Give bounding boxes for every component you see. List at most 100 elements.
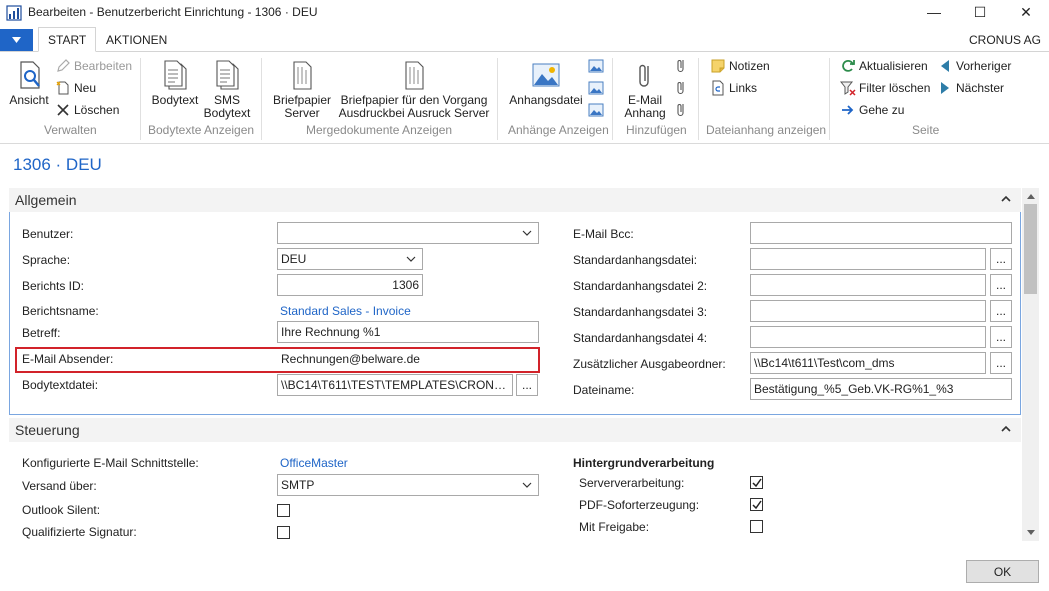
bodytextdatei-field[interactable]: \\BC14\T611\TEST\TEMPLATES\CRONUS...	[277, 374, 513, 396]
note-icon	[711, 59, 725, 73]
group-label-seite: Seite	[912, 123, 940, 137]
highlight-box	[15, 347, 540, 373]
refresh-icon	[842, 60, 855, 72]
std-anhang4-browse-button[interactable]: ...	[990, 326, 1012, 348]
loeschen-label: Löschen	[74, 103, 120, 117]
ribbon-separator	[829, 58, 830, 140]
naechster-button[interactable]: Nächster	[937, 78, 1004, 98]
tab-start[interactable]: START	[38, 27, 97, 52]
fasttab-allgemein-header[interactable]: Allgemein	[9, 188, 1021, 212]
std-anhang-field[interactable]	[750, 248, 986, 270]
berichts-id-label: Berichts ID:	[22, 279, 85, 293]
sprache-select[interactable]: DEU	[277, 248, 423, 270]
links-label: Links	[729, 81, 758, 95]
image-small-icon[interactable]	[588, 58, 604, 74]
std-anhang4-field[interactable]	[750, 326, 986, 348]
std-anhang2-browse-button[interactable]: ...	[990, 274, 1012, 296]
scrollbar-thumb[interactable]	[1024, 204, 1037, 294]
berichtsname-link[interactable]: Standard Sales - Invoice	[280, 304, 411, 318]
letterhead-document-icon	[293, 61, 312, 90]
benutzer-label: Benutzer:	[22, 227, 74, 241]
link-document-icon	[712, 80, 724, 96]
paperclip-small-icon[interactable]	[674, 58, 688, 74]
std-anhang2-label: Standardanhangsdatei 2:	[573, 279, 708, 293]
maximize-button[interactable]: ☐	[957, 0, 1003, 24]
serververarbeitung-checkbox[interactable]	[750, 476, 763, 489]
image-attachment-icon	[532, 63, 560, 87]
neu-label: Neu	[74, 81, 97, 95]
qual-signatur-checkbox[interactable]	[277, 526, 290, 539]
ok-button[interactable]: OK	[966, 560, 1039, 583]
image-small-icon[interactable]	[588, 102, 604, 118]
paperclip-small-icon[interactable]	[674, 102, 688, 118]
ausgabeordner-field[interactable]: \\Bc14\t611\Test\com_dms	[750, 352, 986, 374]
scroll-up-icon	[1026, 193, 1035, 199]
versand-value: SMTP	[281, 478, 315, 492]
bodytextdatei-label: Bodytextdatei:	[22, 378, 99, 392]
ribbon-separator	[698, 58, 699, 140]
ribbon-separator	[497, 58, 498, 140]
briefpapier-vorgang-button[interactable]: Briefpapier für den Vorgang Ausdruckbei …	[338, 60, 490, 120]
window-title: Bearbeiten - Benutzerbericht Einrichtung…	[28, 5, 318, 19]
gehe-zu-button[interactable]: Gehe zu	[840, 100, 904, 120]
mit-freigabe-checkbox[interactable]	[750, 520, 763, 533]
benutzer-select[interactable]	[277, 222, 539, 244]
minimize-button[interactable]: —	[911, 0, 957, 24]
ausgabeordner-label: Zusätzlicher Ausgabeordner:	[573, 357, 726, 371]
ausgabeordner-browse-button[interactable]: ...	[990, 352, 1012, 374]
group-label-hinzufuegen: Hinzufügen	[626, 123, 687, 137]
group-label-bodytexte: Bodytexte Anzeigen	[148, 123, 255, 137]
triangle-right-icon	[941, 82, 949, 94]
std-anhang3-browse-button[interactable]: ...	[990, 300, 1012, 322]
std-anhang3-field[interactable]	[750, 300, 986, 322]
chevron-down-icon	[522, 230, 532, 236]
vorheriger-button[interactable]: Vorheriger	[937, 56, 1011, 76]
checkmark-icon	[752, 478, 762, 488]
company-name[interactable]: CRONUS AG	[969, 33, 1041, 47]
email-anhang-button[interactable]: E-Mail Anhang	[622, 60, 668, 120]
anhangsdatei-button[interactable]: Anhangsdatei	[508, 60, 584, 107]
pdf-sofort-checkbox[interactable]	[750, 498, 763, 511]
navigation-menu-button[interactable]	[0, 29, 33, 51]
filter-loeschen-button[interactable]: Filter löschen	[840, 78, 930, 98]
bearbeiten-button[interactable]: Bearbeiten	[55, 56, 132, 76]
sprache-value: DEU	[281, 252, 307, 266]
links-button[interactable]: Links	[710, 78, 757, 98]
notizen-label: Notizen	[729, 59, 770, 73]
schnittstelle-link[interactable]: OfficeMaster	[280, 456, 348, 470]
minimize-icon: —	[927, 4, 941, 20]
email-bcc-field[interactable]	[750, 222, 1012, 244]
briefpapier-server-button[interactable]: Briefpapier Server	[270, 60, 334, 120]
bodytextdatei-browse-button[interactable]: ...	[516, 374, 538, 396]
neu-button[interactable]: Neu	[55, 78, 96, 98]
aktualisieren-button[interactable]: Aktualisieren	[840, 56, 928, 76]
letterhead-document-icon	[405, 61, 424, 90]
chevron-down-icon	[406, 256, 416, 262]
hintergrund-heading: Hintergrundverarbeitung	[573, 456, 715, 470]
filter-loeschen-label: Filter löschen	[859, 81, 931, 95]
betreff-field[interactable]: Ihre Rechnung %1	[277, 321, 539, 343]
loeschen-button[interactable]: Löschen	[55, 100, 119, 120]
ansicht-button[interactable]: Ansicht	[8, 60, 50, 107]
bodytext-button[interactable]: Bodytext	[148, 60, 202, 107]
notizen-button[interactable]: Notizen	[710, 56, 770, 76]
bodytext-label: Bodytext	[151, 93, 199, 107]
fasttab-steuerung-header[interactable]: Steuerung	[9, 418, 1021, 442]
scroll-up-button[interactable]	[1022, 188, 1039, 204]
dateiname-field[interactable]: Bestätigung_%5_Geb.VK-RG%1_%3	[750, 378, 1012, 400]
tab-aktionen[interactable]: AKTIONEN	[97, 27, 176, 52]
outlook-silent-checkbox[interactable]	[277, 504, 290, 517]
outlook-silent-label: Outlook Silent:	[22, 503, 101, 517]
paperclip-small-icon[interactable]	[674, 80, 688, 96]
image-small-icon[interactable]	[588, 80, 604, 96]
paperclip-icon	[639, 64, 649, 87]
std-anhang-browse-button[interactable]: ...	[990, 248, 1012, 270]
versand-select[interactable]: SMTP	[277, 474, 539, 496]
scroll-down-button[interactable]	[1022, 524, 1039, 540]
sms-bodytext-button[interactable]: SMS Bodytext	[201, 60, 253, 120]
berichts-id-field[interactable]: 1306	[277, 274, 423, 296]
close-button[interactable]: ✕	[1003, 0, 1049, 24]
ribbon-separator	[140, 58, 141, 140]
std-anhang2-field[interactable]	[750, 274, 986, 296]
group-label-dateianhang: Dateianhang anzeigen	[706, 123, 827, 137]
